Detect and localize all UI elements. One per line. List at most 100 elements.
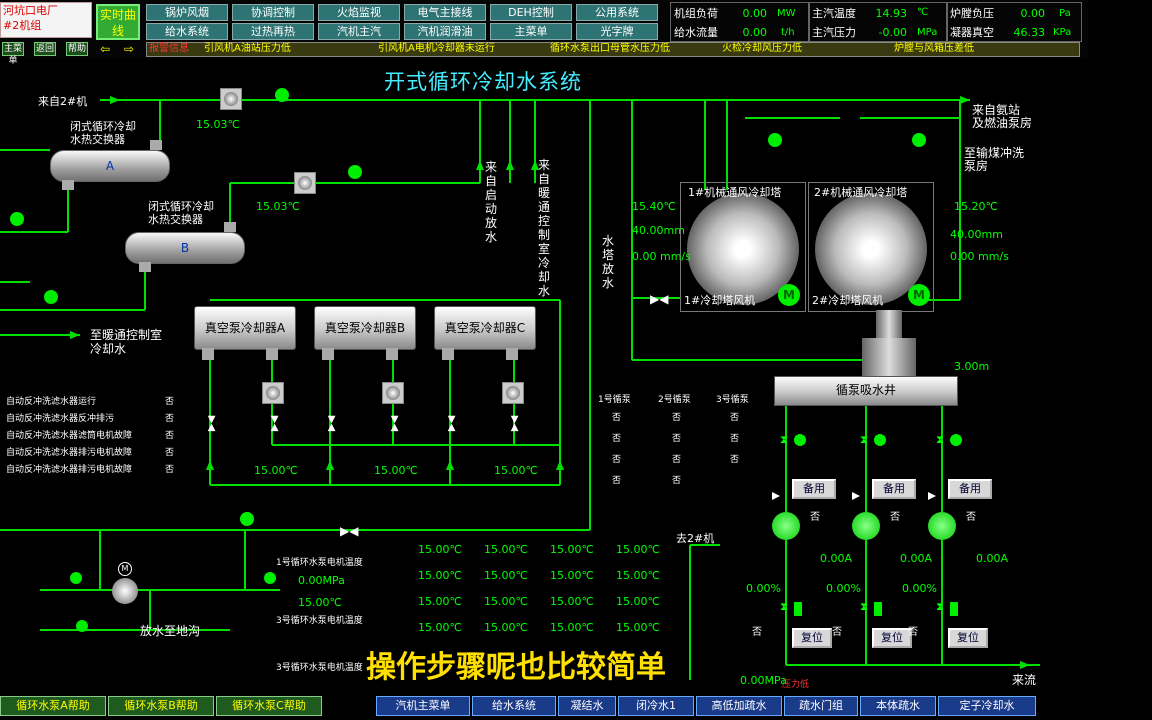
- motor-temp-value: 15.00℃: [550, 621, 594, 634]
- vacuum-pump-cooler[interactable]: 真空泵冷却器B: [314, 306, 416, 350]
- nav-button[interactable]: 光字牌: [576, 23, 658, 40]
- cooler-nozzle: [266, 348, 278, 360]
- motor-temp-label: 3号循环水泵电机温度: [276, 663, 363, 673]
- pressure-low-label: 压力低: [782, 680, 810, 690]
- nav-button[interactable]: 火焰监视: [318, 4, 400, 21]
- pump-pressure: 0.00MPa: [298, 574, 345, 587]
- fan-motor-icon[interactable]: M: [778, 284, 800, 306]
- valve-actuator-icon[interactable]: [794, 602, 802, 616]
- valve-icon[interactable]: ▶◀: [446, 416, 457, 431]
- valve-icon[interactable]: ▶◀: [269, 416, 280, 431]
- pump-suction-well[interactable]: 循泵吸水井: [774, 376, 958, 406]
- from-ammonia-label: 来自氨站 及燃油泵房: [972, 103, 1033, 130]
- drain-valve-icon[interactable]: ▶◀: [650, 292, 668, 306]
- circulating-pump-icon[interactable]: [772, 512, 800, 540]
- reset-button[interactable]: 复位: [872, 628, 912, 648]
- tower-drain-label: 水塔放水: [601, 234, 614, 290]
- valve-actuator-icon[interactable]: [874, 602, 882, 616]
- bottom-pressure: 0.00MPa: [740, 674, 787, 687]
- bottom-nav-button[interactable]: 汽机主菜单: [376, 696, 470, 716]
- nav-button[interactable]: 协调控制: [232, 4, 314, 21]
- valve-actuator-icon[interactable]: [768, 133, 782, 147]
- fan-motor-icon[interactable]: M: [908, 284, 930, 306]
- valve-actuator-icon[interactable]: [874, 434, 886, 446]
- bottom-nav-button[interactable]: 定子冷却水: [938, 696, 1036, 716]
- valve-icon[interactable]: ▶◀: [326, 416, 337, 431]
- reset-button[interactable]: 复位: [948, 628, 988, 648]
- valve-actuator-icon[interactable]: [264, 572, 276, 584]
- nav-button[interactable]: 公用系统: [576, 4, 658, 21]
- start-drain-label: 来自启动放水: [484, 160, 497, 244]
- bottom-nav-button[interactable]: 凝结水: [558, 696, 616, 716]
- bottom-nav-button[interactable]: 高低加疏水: [696, 696, 782, 716]
- help-button[interactable]: 循环水泵A帮助: [0, 696, 106, 716]
- valve-actuator-icon[interactable]: [76, 620, 88, 632]
- standby-flag-icon: [928, 492, 936, 500]
- nav-button[interactable]: 过热再热: [232, 23, 314, 40]
- valve-icon[interactable]: ⧗: [780, 600, 788, 614]
- valve-actuator-icon[interactable]: [240, 512, 254, 526]
- valve-actuator-icon[interactable]: [44, 290, 58, 304]
- valve-icon[interactable]: ▶◀: [206, 416, 217, 431]
- tower2-temp: 15.20℃: [954, 200, 998, 213]
- valve-actuator-icon[interactable]: [950, 434, 962, 446]
- help-button[interactable]: 循环水泵C帮助: [216, 696, 322, 716]
- return-flow-label: 来流: [1012, 673, 1037, 687]
- hx-a-nozzle: [150, 140, 162, 150]
- to-unit2-label: 去2#机: [676, 532, 715, 545]
- motor-temp-value: 15.00℃: [616, 621, 660, 634]
- valve-actuator-icon[interactable]: [275, 88, 289, 102]
- flow-meter-icon[interactable]: [262, 382, 284, 404]
- nav-button[interactable]: 主菜单: [490, 23, 572, 40]
- flow-meter-icon[interactable]: [294, 172, 316, 194]
- valve-icon[interactable]: ⧗: [860, 600, 868, 614]
- vacuum-pump-cooler[interactable]: 真空泵冷却器A: [194, 306, 296, 350]
- help-button[interactable]: 循环水泵B帮助: [108, 696, 214, 716]
- flow-meter-icon[interactable]: [220, 88, 242, 110]
- valve-actuator-icon[interactable]: [950, 602, 958, 616]
- bottom-nav-button[interactable]: 闭冷水1: [618, 696, 694, 716]
- flow-meter-icon[interactable]: [502, 382, 524, 404]
- bottom-nav-button[interactable]: 本体疏水: [860, 696, 936, 716]
- nav-button[interactable]: 给水系统: [146, 23, 228, 40]
- flow-meter-icon[interactable]: [382, 382, 404, 404]
- filter-status-label: 自动反冲洗滤水器运行: [6, 397, 97, 407]
- valve-icon[interactable]: ⧗: [936, 433, 944, 447]
- circulating-pump-icon[interactable]: [852, 512, 880, 540]
- nav-button[interactable]: 电气主接线: [404, 4, 486, 21]
- nav-button[interactable]: 锅炉风烟: [146, 4, 228, 21]
- pump-status-value: 否: [672, 434, 682, 444]
- valve-icon[interactable]: ⧗: [860, 433, 868, 447]
- valve-actuator-icon[interactable]: [10, 212, 24, 226]
- heat-exchanger-a[interactable]: A: [50, 150, 170, 182]
- motor-temp-value: 15.00℃: [418, 543, 462, 556]
- filter-icon[interactable]: [112, 578, 138, 604]
- valve-actuator-icon[interactable]: [912, 133, 926, 147]
- pump-status-value: 否: [612, 476, 622, 486]
- valve-icon[interactable]: ▶◀: [389, 416, 400, 431]
- standby-button[interactable]: 备用: [948, 479, 992, 499]
- page-title: 开式循环冷却水系统: [384, 70, 582, 94]
- reset-button[interactable]: 复位: [792, 628, 832, 648]
- heat-exchanger-b[interactable]: B: [125, 232, 245, 264]
- vacuum-pump-cooler[interactable]: 真空泵冷却器C: [434, 306, 536, 350]
- bottom-nav-button[interactable]: 给水系统: [472, 696, 556, 716]
- valve-actuator-icon[interactable]: [794, 434, 806, 446]
- nav-button[interactable]: 汽机主汽: [318, 23, 400, 40]
- to-coal-label: 至输煤冲洗 泵房: [964, 146, 1025, 173]
- line-valve-icon[interactable]: ▶◀: [340, 524, 358, 538]
- nav-button[interactable]: DEH控制: [490, 4, 572, 21]
- valve-icon[interactable]: ▶◀: [509, 416, 520, 431]
- standby-button[interactable]: 备用: [872, 479, 916, 499]
- standby-flag-icon: [852, 492, 860, 500]
- filter-status-value: 否: [165, 397, 175, 407]
- circulating-pump-icon[interactable]: [928, 512, 956, 540]
- bottom-nav-button[interactable]: 疏水门组: [784, 696, 858, 716]
- standby-button[interactable]: 备用: [792, 479, 836, 499]
- valve-icon[interactable]: ⧗: [936, 600, 944, 614]
- valve-icon[interactable]: ⧗: [780, 433, 788, 447]
- nav-button[interactable]: 汽机润滑油: [404, 23, 486, 40]
- valve-actuator-icon[interactable]: [70, 572, 82, 584]
- hx-a-letter: A: [105, 159, 115, 173]
- valve-actuator-icon[interactable]: [348, 165, 362, 179]
